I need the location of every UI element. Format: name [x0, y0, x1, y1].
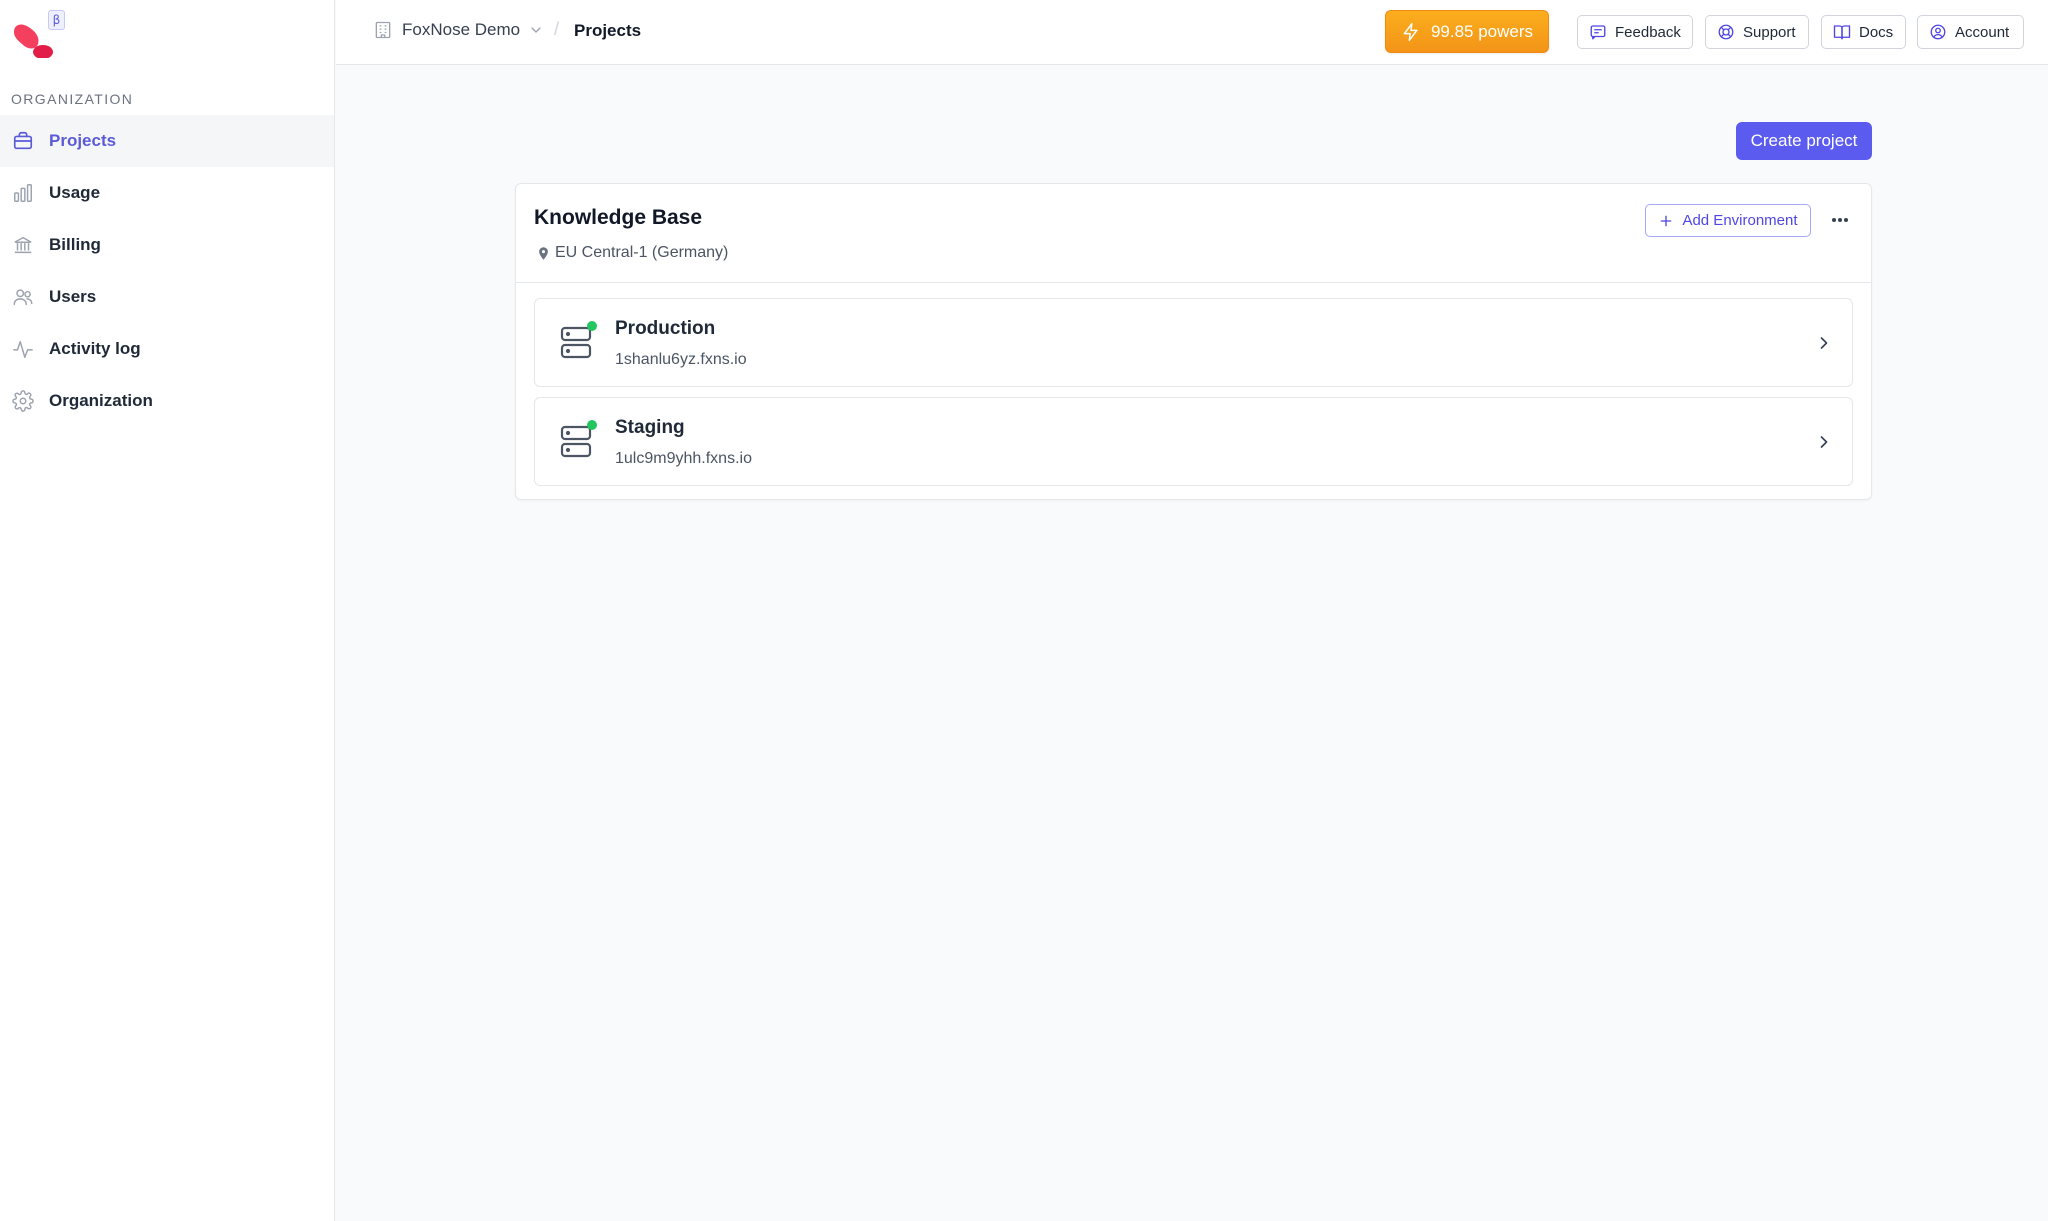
- account-label: Account: [1955, 23, 2010, 41]
- ellipsis-icon: [1832, 218, 1848, 222]
- environment-name: Production: [615, 318, 716, 339]
- support-label: Support: [1743, 23, 1796, 41]
- building-icon: [373, 20, 393, 40]
- powers-balance-button[interactable]: 99.85 powers: [1385, 10, 1549, 53]
- environment-row-production[interactable]: Production 1shanlu6yz.fxns.io: [534, 298, 1853, 387]
- add-environment-button[interactable]: Add Environment: [1645, 204, 1811, 237]
- org-name: FoxNose Demo: [402, 20, 521, 39]
- message-icon: [1589, 23, 1607, 41]
- environment-row-staging[interactable]: Staging 1ulc9m9yhh.fxns.io: [534, 397, 1853, 486]
- status-online-dot: [587, 420, 597, 430]
- status-online-dot: [587, 321, 597, 331]
- sidebar: β ORGANIZATION Projects Usage Billing Us…: [0, 0, 335, 1221]
- sidebar-item-users[interactable]: Users: [0, 271, 334, 323]
- environment-host: 1shanlu6yz.fxns.io: [615, 351, 747, 368]
- feedback-label: Feedback: [1615, 23, 1681, 41]
- sidebar-item-label: Projects: [49, 131, 117, 150]
- region-label: EU Central-1 (Germany): [555, 244, 729, 261]
- map-pin-icon: [536, 245, 551, 262]
- user-circle-icon: [1929, 23, 1947, 41]
- plus-icon: [1658, 213, 1674, 229]
- project-card-header: Knowledge Base EU Central-1 (Germany) Ad…: [516, 184, 1871, 283]
- briefcase-icon: [12, 130, 34, 152]
- lightning-icon: [1401, 22, 1421, 42]
- sidebar-nav: Projects Usage Billing Users Activity lo…: [0, 115, 334, 427]
- sidebar-item-label: Billing: [49, 235, 101, 254]
- breadcrumb-current-page: Projects: [574, 21, 642, 40]
- more-options-button[interactable]: [1826, 206, 1854, 234]
- feedback-button[interactable]: Feedback: [1577, 15, 1693, 49]
- create-project-button[interactable]: Create project: [1736, 122, 1872, 160]
- chevron-right-icon: [1814, 432, 1834, 452]
- sidebar-item-label: Organization: [49, 391, 153, 410]
- sidebar-item-organization[interactable]: Organization: [0, 375, 334, 427]
- docs-label: Docs: [1859, 23, 1894, 41]
- sidebar-item-label: Usage: [49, 183, 101, 202]
- support-button[interactable]: Support: [1705, 15, 1809, 49]
- top-header: FoxNose Demo / Projects 99.85 powers Fee…: [336, 0, 2048, 65]
- bank-icon: [12, 234, 34, 256]
- project-region: EU Central-1 (Germany): [536, 244, 728, 262]
- book-open-icon: [1833, 23, 1851, 41]
- project-title: Knowledge Base: [534, 206, 703, 229]
- org-switcher[interactable]: FoxNose Demo: [373, 20, 544, 40]
- sidebar-item-usage[interactable]: Usage: [0, 167, 334, 219]
- sidebar-item-billing[interactable]: Billing: [0, 219, 334, 271]
- gear-icon: [12, 390, 34, 412]
- chevron-down-icon: [528, 22, 544, 38]
- chevron-right-icon: [1814, 333, 1834, 353]
- environment-name: Staging: [615, 417, 685, 438]
- app-root: β ORGANIZATION Projects Usage Billing Us…: [0, 0, 2048, 1221]
- server-icon: [559, 424, 593, 460]
- docs-button[interactable]: Docs: [1821, 15, 1906, 49]
- sidebar-item-activity-log[interactable]: Activity log: [0, 323, 334, 375]
- sidebar-item-projects[interactable]: Projects: [0, 115, 334, 167]
- project-card: Knowledge Base EU Central-1 (Germany) Ad…: [515, 183, 1872, 500]
- beta-badge: β: [48, 10, 65, 30]
- account-button[interactable]: Account: [1917, 15, 2024, 49]
- sidebar-item-label: Users: [49, 287, 97, 306]
- bar-chart-icon: [12, 182, 34, 204]
- add-environment-label: Add Environment: [1682, 212, 1798, 229]
- breadcrumb-separator: /: [554, 19, 560, 39]
- users-icon: [12, 286, 34, 308]
- server-icon: [559, 325, 593, 361]
- sidebar-item-label: Activity log: [49, 339, 141, 358]
- activity-icon: [12, 338, 34, 360]
- lifebuoy-icon: [1717, 23, 1735, 41]
- sidebar-section-label: ORGANIZATION: [11, 91, 134, 107]
- environment-host: 1ulc9m9yhh.fxns.io: [615, 450, 752, 467]
- powers-balance-label: 99.85 powers: [1430, 21, 1534, 41]
